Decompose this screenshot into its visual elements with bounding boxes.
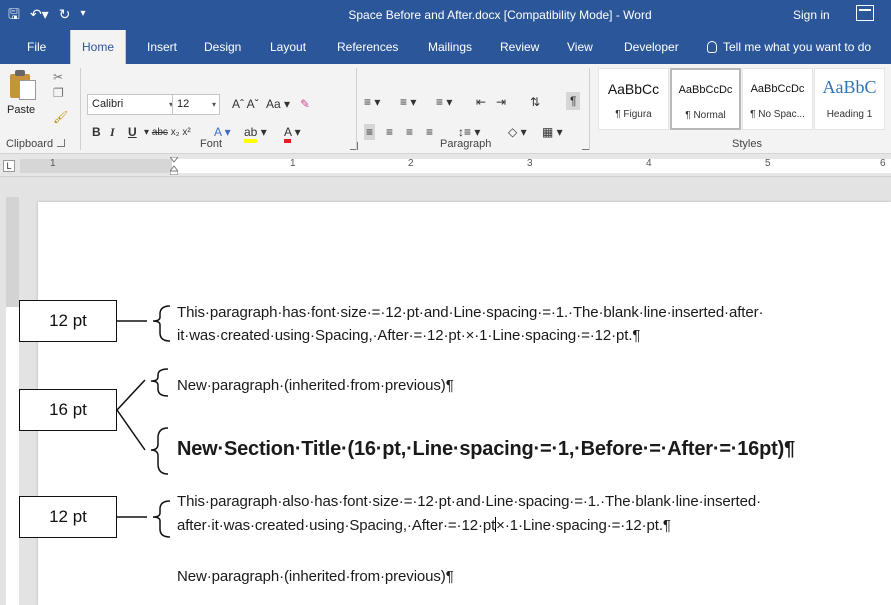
save-icon[interactable]: 🖫 [8,5,20,23]
ruler-number: 2 [408,158,414,169]
ruler-number: 5 [765,158,771,169]
tab-selector-icon[interactable]: L [3,160,15,172]
window-title: Space Before and After.docx [Compatibili… [348,8,652,22]
tell-me-label: Tell me what you want to do [723,40,872,54]
group-separator [589,68,590,150]
sign-in-link[interactable]: Sign in [793,8,830,22]
style-heading-1[interactable]: AaBbC Heading 1 [814,68,885,130]
ribbon-tabs: File Home Insert Design Layout Reference… [0,30,891,64]
tab-view[interactable]: View [567,30,593,64]
style-name: ¶ Normal [685,110,726,121]
style-sample: AaBbC [822,77,877,97]
tab-file[interactable]: File [27,30,46,64]
tab-mailings[interactable]: Mailings [428,30,472,64]
quick-access-toolbar: 🖫 ↶▾ ↻ ▾ [8,5,85,23]
style-name: ¶ No Spac... [750,109,805,120]
ruler-number: 1 [290,158,296,169]
borders-icon[interactable]: ▦ ▾ [542,124,563,140]
underline-icon[interactable]: U [128,124,137,140]
style-sample: AaBbCcDc [750,83,805,95]
shading-icon[interactable]: ◇ ▾ [508,124,527,140]
style-sample: AaBbCcDc [678,84,733,96]
copy-icon[interactable]: ❐ [53,86,64,100]
paragraph-4[interactable]: New·paragraph·(inherited·from·previous)¶ [177,568,454,585]
style-sample: AaBbCc [607,81,660,97]
styles-group-label: Styles [732,138,762,150]
paste-icon[interactable] [10,70,38,100]
grow-font-icon[interactable]: Aˆ Aˇ [232,96,259,112]
increase-indent-icon[interactable]: ⇥ [496,94,506,110]
clipboard-launcher-icon[interactable] [57,139,66,147]
cut-icon[interactable]: ✂ [53,70,63,84]
italic-icon[interactable]: I [110,124,115,140]
paragraph-group-label: Paragraph [440,138,492,150]
callout-16pt: 16 pt [19,389,117,431]
tab-design[interactable]: Design [204,30,241,64]
decrease-indent-icon[interactable]: ⇤ [476,94,486,110]
style-no-spacing[interactable]: AaBbCcDc ¶ No Spac... [742,68,813,130]
group-separator [80,68,81,150]
paragraph-1-line-2[interactable]: it·was·created·using·Spacing,·After·=·12… [177,327,640,344]
justify-icon[interactable]: ≡ [426,124,433,140]
ruler-number: 1 [50,158,56,169]
tab-home[interactable]: Home [70,30,127,64]
callout-12pt-bottom: 12 pt [19,496,117,538]
paragraph-3-line-1[interactable]: This·paragraph·also·has·font·size·=·12·p… [177,493,761,510]
bullets-icon[interactable]: ≡ ▾ [364,94,380,110]
clear-formatting-icon[interactable]: ✎ [300,96,310,112]
align-center-icon[interactable]: ≡ [386,124,393,140]
style-name: Heading 1 [826,109,873,120]
styles-gallery: AaBbCc ¶ Figura AaBbCcDc ¶ Normal AaBbCc… [598,68,888,130]
style-name: ¶ Figura [615,109,652,120]
style-figura[interactable]: AaBbCc ¶ Figura [598,68,669,130]
group-separator [356,68,357,150]
ruler-number: 6 [880,158,886,169]
tell-me-search[interactable]: Tell me what you want to do [707,30,871,64]
ruler-number: 3 [527,158,533,169]
underline-dropdown-icon[interactable]: ▾ abc x₂ x² [144,125,191,141]
paragraph-3-line-2[interactable]: after·it·was·created·using·Spacing,·Afte… [177,517,671,534]
undo-icon[interactable]: ↶▾ [30,5,49,23]
horizontal-ruler[interactable]: L 1 1 2 3 4 5 6 [0,154,891,177]
font-color-icon[interactable]: A ▾ [284,124,301,143]
ribbon-home: Paste ✂ ❐ 🖌 Clipboard Calibri ▾ 12 ▾ Aˆ Aˇ… [0,64,891,154]
paragraph-1-line-1[interactable]: This·paragraph·has·font·size·=·12·pt·and… [177,304,763,321]
numbering-icon[interactable]: ≡ ▾ [400,94,416,110]
callout-12pt-top: 12 pt [19,300,117,342]
font-size-combo[interactable]: 12 ▾ [172,94,220,115]
font-group-label: Font [200,138,223,150]
format-painter-icon[interactable]: 🖌 [53,110,68,124]
indent-marker-icon[interactable] [170,157,178,175]
sort-icon[interactable]: ⇅ [530,94,540,110]
ribbon-display-options-icon[interactable] [856,5,874,21]
paste-button-label[interactable]: Paste [7,104,35,116]
customize-toolbar-icon[interactable]: ▾ [80,5,85,23]
lightbulb-icon [707,41,717,53]
tab-review[interactable]: Review [500,30,539,64]
tab-insert[interactable]: Insert [147,30,177,64]
align-right-icon[interactable]: ≡ [406,124,413,140]
title-bar: 🖫 ↶▾ ↻ ▾ Space Before and After.docx [Co… [0,0,891,30]
paragraph-3-text-a: after·it·was·created·using·Spacing,·Afte… [177,517,496,534]
align-left-icon[interactable]: ≡ [364,124,376,140]
font-name-combo[interactable]: Calibri ▾ [87,94,177,115]
change-case-icon[interactable]: Aa ▾ [266,96,290,112]
highlight-color-icon[interactable]: ab ▾ [244,124,267,143]
word-window: { "window": { "title": "Space Before and… [0,0,891,605]
section-title[interactable]: New·Section·Title·(16·pt,·Line·spacing·=… [177,438,795,461]
ruler-number: 4 [646,158,652,169]
clipboard-group-label: Clipboard [6,138,66,150]
show-formatting-marks-icon[interactable]: ¶ [566,92,581,110]
tab-layout[interactable]: Layout [270,30,306,64]
tab-developer[interactable]: Developer [624,30,679,64]
vertical-ruler-margin [6,197,19,307]
tab-references[interactable]: References [337,30,398,64]
bold-icon[interactable]: B [92,124,101,140]
style-normal[interactable]: AaBbCcDc ¶ Normal [670,68,741,130]
document-page[interactable] [38,202,891,605]
paragraph-2[interactable]: New·paragraph·(inherited·from·previous)¶ [177,377,454,394]
paragraph-3-text-b: ×·1·Line·spacing·=·12·pt.¶ [496,517,671,534]
redo-icon[interactable]: ↻ [59,5,71,23]
multilevel-list-icon[interactable]: ≡ ▾ [436,94,452,110]
